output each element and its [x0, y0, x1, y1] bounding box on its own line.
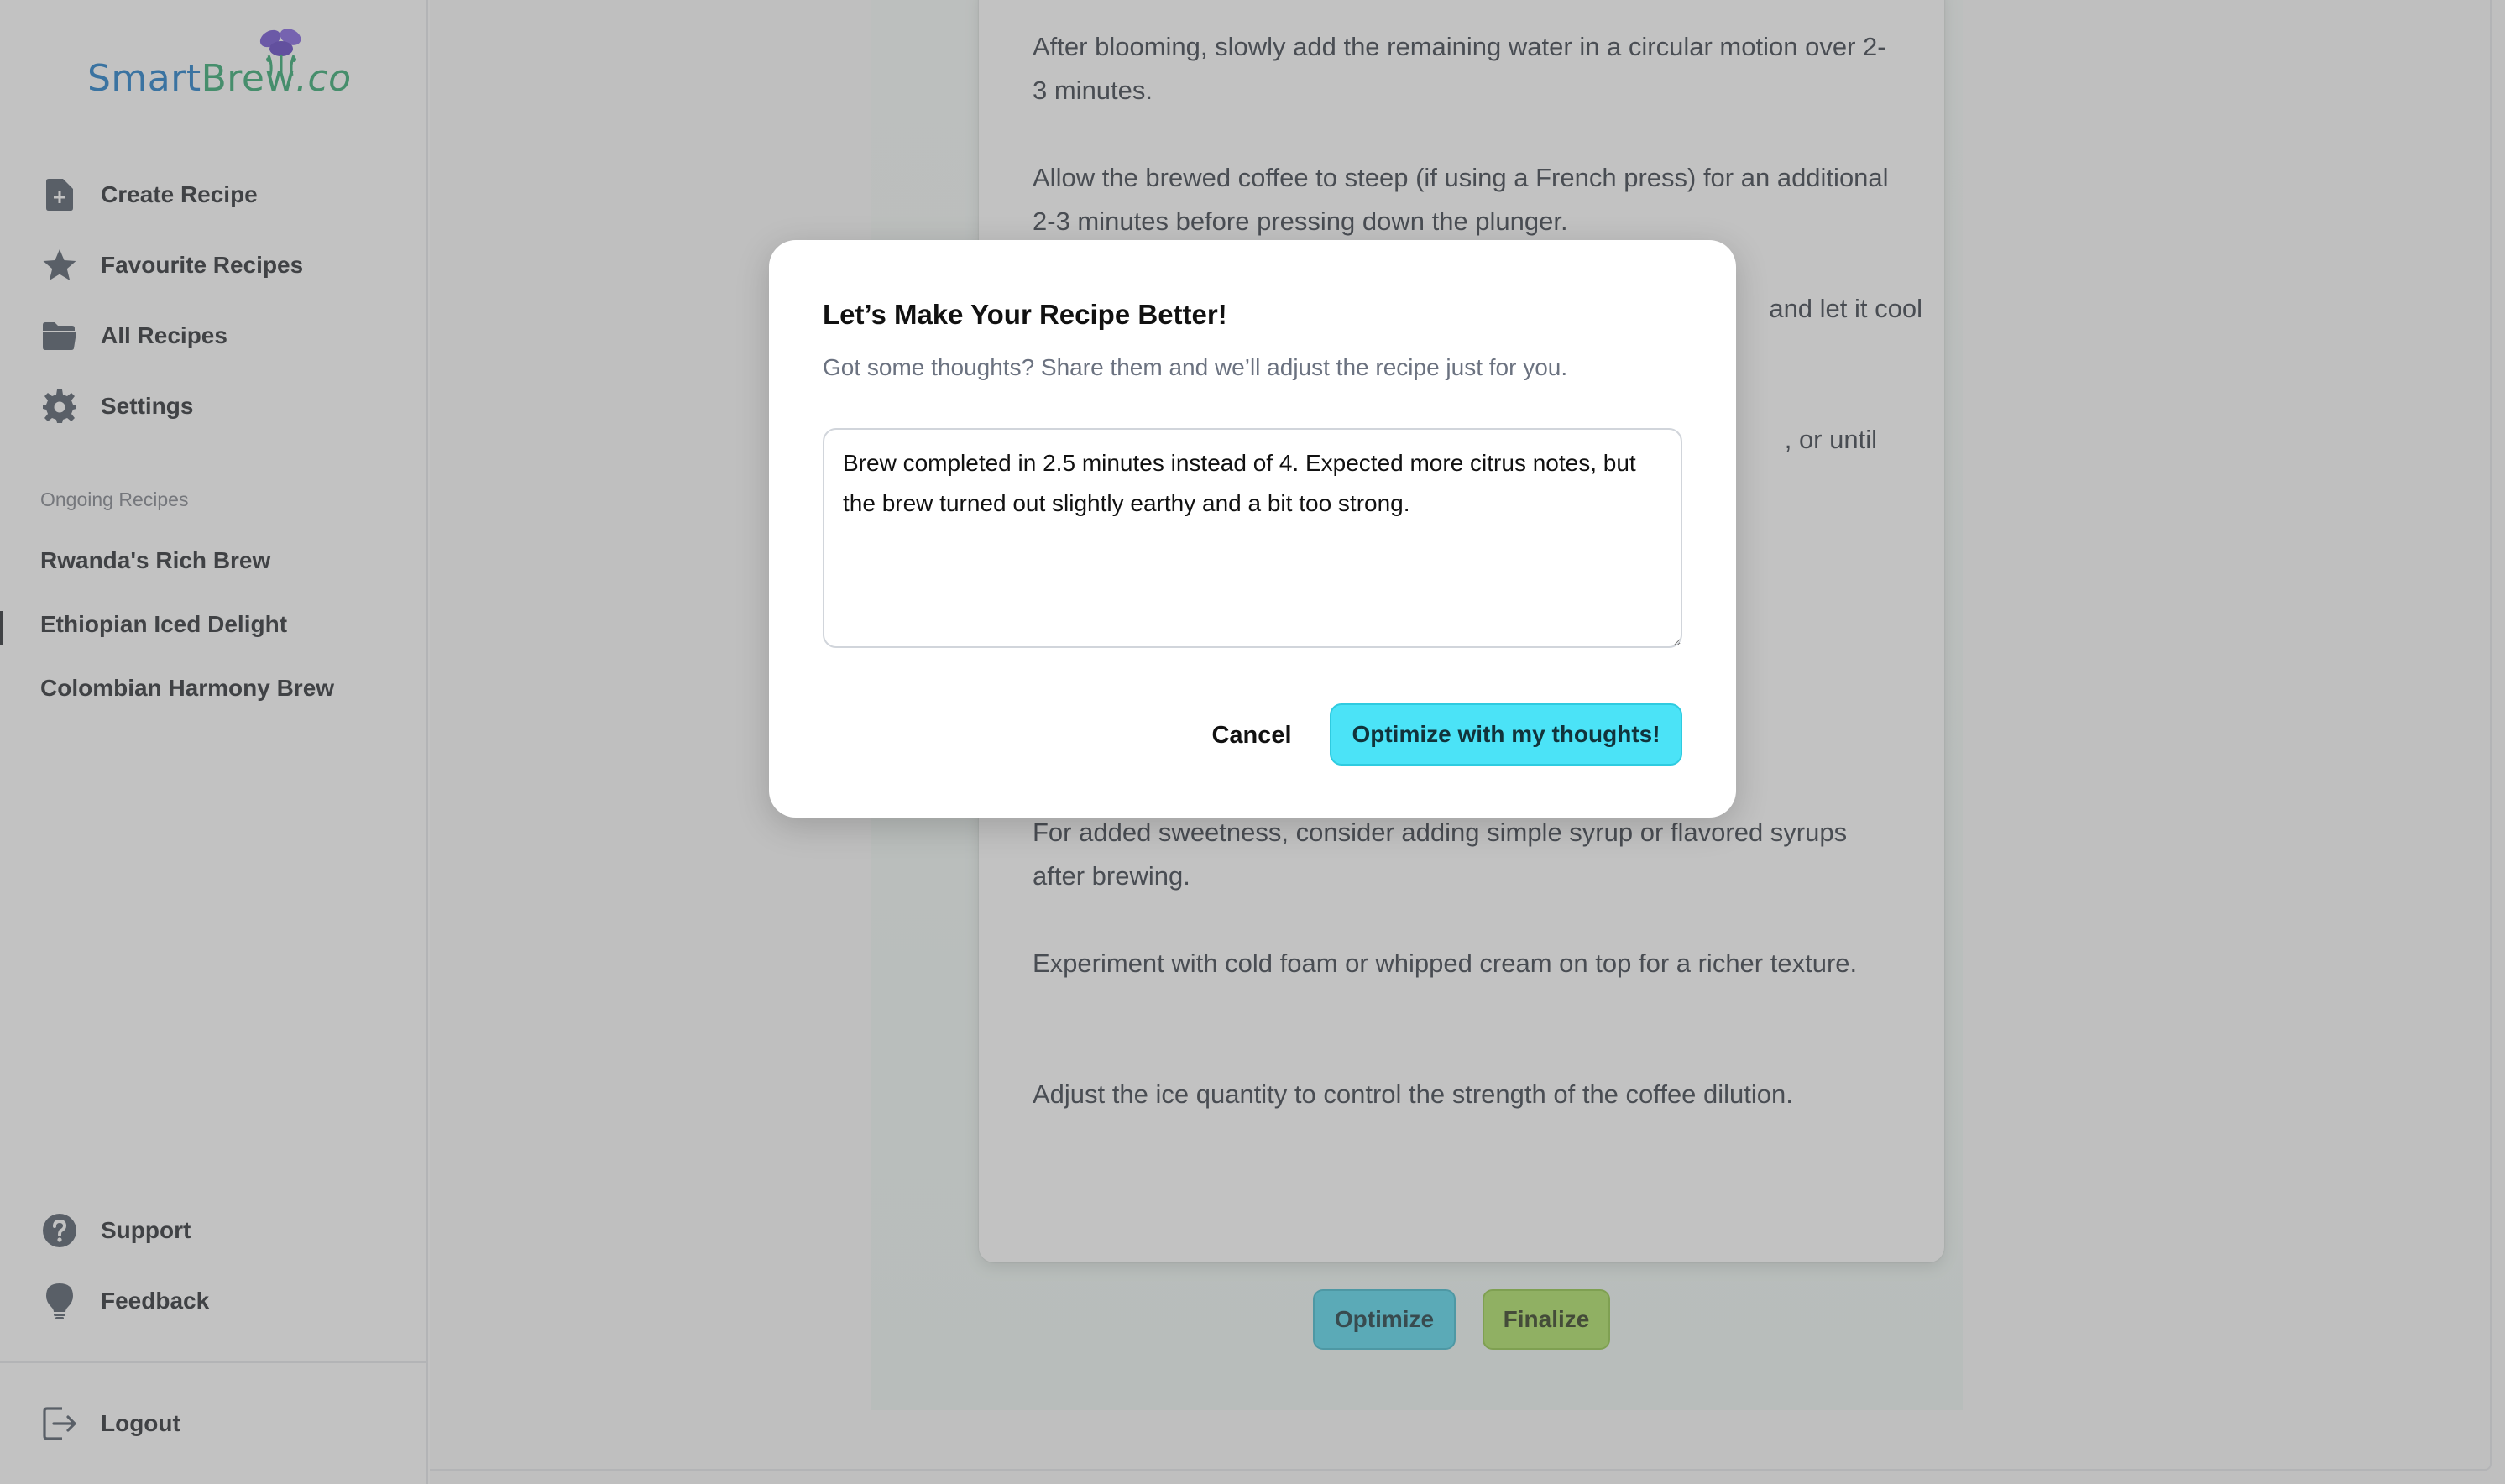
feedback-textarea[interactable]: Brew completed in 2.5 minutes instead of… [823, 428, 1682, 648]
app-window: SmartBrew.co Create Recipe Favourite Rec… [0, 0, 2505, 1484]
cancel-button[interactable]: Cancel [1182, 703, 1321, 767]
optimize-feedback-dialog: Let’s Make Your Recipe Better! Got some … [769, 240, 1736, 818]
optimize-with-thoughts-button[interactable]: Optimize with my thoughts! [1330, 703, 1682, 766]
dialog-subtitle: Got some thoughts? Share them and we’ll … [823, 354, 1568, 380]
dialog-title: Let’s Make Your Recipe Better! [823, 299, 1227, 330]
